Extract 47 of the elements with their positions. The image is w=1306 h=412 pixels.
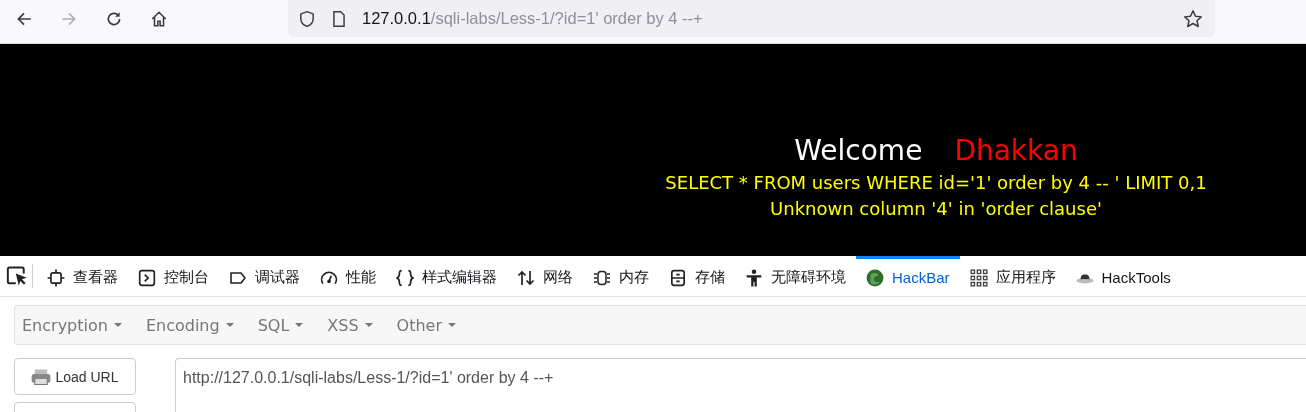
devtools-tab[interactable]: 存储	[659, 256, 735, 296]
address-bar[interactable]: 127.0.0.1/sqli-labs/Less-1/?id=1' order by 4 --+	[288, 0, 1215, 37]
storage-icon	[669, 268, 687, 287]
caret-icon	[113, 323, 122, 327]
globe-icon	[866, 268, 884, 287]
caret-icon	[225, 323, 234, 327]
address-text: 127.0.0.1/sqli-labs/Less-1/?id=1' order by 4 --+	[362, 9, 704, 28]
shield-icon[interactable]	[298, 9, 316, 28]
reload-icon[interactable]	[105, 10, 123, 28]
caret-icon	[295, 323, 304, 327]
devtools-tab[interactable]: 性能	[310, 256, 386, 296]
caret-icon	[364, 323, 373, 327]
home-icon[interactable]	[150, 10, 168, 28]
devtools-tab[interactable]: 无障碍环境	[735, 256, 856, 296]
dropdown-menu[interactable]: Other	[396, 315, 481, 335]
devtools-tab[interactable]: 调试器	[219, 256, 310, 296]
devtools-tab[interactable]: 应用程序	[959, 256, 1066, 296]
dropdown-menu[interactable]: Encoding	[145, 315, 258, 335]
devtools-tab[interactable]: 内存	[583, 256, 659, 296]
page-icon	[330, 9, 348, 28]
inspector-icon	[47, 268, 65, 287]
caret-icon	[448, 323, 457, 327]
star-icon[interactable]	[1183, 8, 1203, 29]
welcome-text: Welcome	[794, 133, 923, 169]
devtools-tab[interactable]: 控制台	[128, 256, 219, 296]
person-icon	[745, 268, 763, 287]
devtools-tab[interactable]: HackBar	[856, 256, 960, 296]
devtools-tab[interactable]: 网络	[507, 256, 583, 296]
back-icon[interactable]	[15, 10, 33, 28]
error-text: Unknown column '4' in 'order clause'	[770, 197, 1102, 221]
query-text: SELECT * FROM users WHERE id='1' order by 4 -- ' LIMIT 0,1	[665, 171, 1207, 195]
dropdown-menu[interactable]: XSS	[327, 315, 397, 335]
devtools-tab[interactable]: HackTools	[1065, 256, 1181, 296]
grid-icon	[969, 268, 988, 287]
dropdown-menu[interactable]: SQL	[257, 315, 328, 335]
element-picker-icon[interactable]	[6, 265, 28, 287]
braces-icon	[396, 268, 414, 287]
dropdown-menu[interactable]: Encryption	[22, 315, 146, 335]
load-url-button[interactable]: Load URL	[14, 358, 136, 395]
url-textarea[interactable]: http://127.0.0.1/sqli-labs/Less-1/?id=1' order by 4 --+	[175, 358, 1306, 412]
chip-icon	[593, 268, 611, 287]
arrows-icon	[517, 268, 535, 287]
user-name: Dhakkan	[954, 133, 1078, 169]
devtools-tab[interactable]: 查看器	[37, 256, 128, 296]
printer-icon	[31, 367, 52, 386]
console-icon	[138, 268, 156, 287]
devtools-tab[interactable]: 样式编辑器	[386, 256, 507, 296]
